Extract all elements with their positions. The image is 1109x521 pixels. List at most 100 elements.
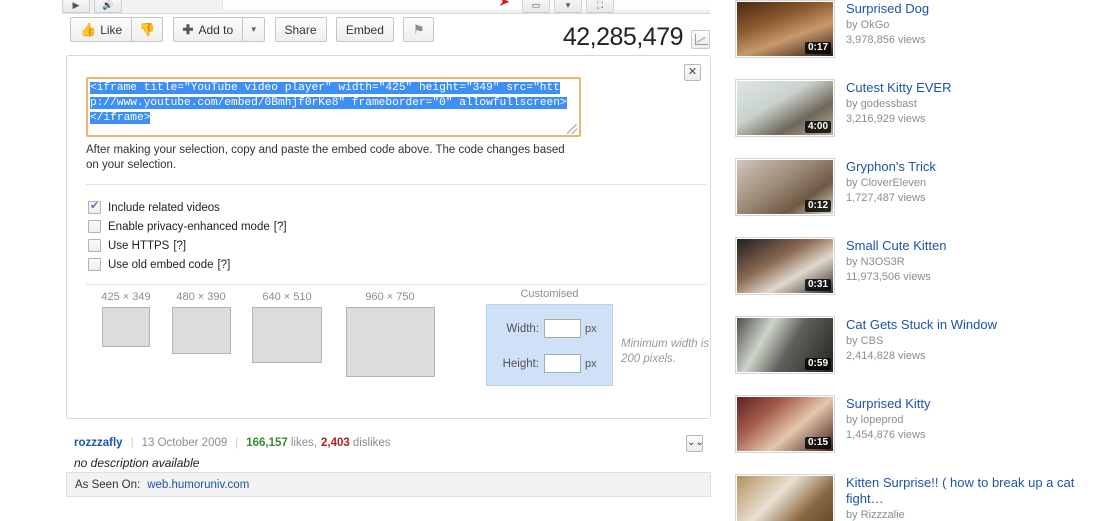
video-title[interactable]: Surprised Dog <box>846 1 929 17</box>
video-info: Cat Gets Stuck in Window by CBS 2,414,82… <box>846 316 997 374</box>
video-thumbnail[interactable]: 4:00 <box>735 79 835 137</box>
dislike-button[interactable]: 👎 <box>132 17 164 42</box>
size-option-640x510[interactable]: 640 × 510 <box>242 291 332 363</box>
related-video-item[interactable]: 0:15 Surprised Kitty by lopeprod 1,454,8… <box>735 395 1109 453</box>
captions-button[interactable]: ▭ <box>522 0 550 13</box>
uploader-link[interactable]: rozzzafly <box>74 437 123 449</box>
help-link-https[interactable]: [?] <box>173 240 186 252</box>
thumbnail-image <box>737 476 833 521</box>
related-video-item[interactable]: 0:31 Small Cute Kitten by N3OS3R 11,973,… <box>735 237 1109 295</box>
embed-code-textarea[interactable]: <iframe title="YouTube video player" wid… <box>86 77 581 137</box>
meta-separator-2: | <box>235 436 239 449</box>
size-preview-box <box>345 307 435 377</box>
thumbnail-image: 0:31 <box>737 239 833 293</box>
video-thumbnail[interactable]: 0:15 <box>735 395 835 453</box>
custom-height-unit: px <box>585 357 597 370</box>
video-title[interactable]: Cutest Kitty EVER <box>846 80 951 96</box>
page-root: ▶ 🔊 ➤ ▭ ▾ ⛶ 👍 Like 👎 ✚ Add to ▼ Share Em… <box>0 0 1109 521</box>
volume-button[interactable]: 🔊 <box>94 0 122 13</box>
video-title[interactable]: Small Cute Kitten <box>846 238 946 254</box>
related-video-item[interactable]: 4:00 Cutest Kitty EVER by godessbast 3,2… <box>735 79 1109 137</box>
flag-button[interactable]: ⚑ <box>403 17 435 42</box>
custom-height-row: Height: px <box>495 352 612 375</box>
size-label: 640 × 510 <box>262 291 312 303</box>
video-views: 11,973,506 views <box>846 271 931 283</box>
option-label: Use old embed code <box>108 258 214 271</box>
option-label: Include related videos <box>108 201 220 214</box>
seek-bar[interactable] <box>222 0 710 10</box>
flag-icon: ⚑ <box>412 21 425 37</box>
video-action-toolbar: 👍 Like 👎 ✚ Add to ▼ Share Embed ⚑ 42,285… <box>70 17 710 51</box>
video-info: Cutest Kitty EVER by godessbast 3,216,92… <box>846 79 951 137</box>
thumbnail-image: 0:17 <box>737 2 833 56</box>
size-option-425x349[interactable]: 425 × 349 <box>89 291 163 347</box>
textarea-resize-handle[interactable] <box>567 124 577 134</box>
fullscreen-button[interactable]: ⛶ <box>586 0 614 13</box>
custom-size-panel[interactable]: Width: px Height: px <box>486 304 613 386</box>
video-thumbnail[interactable] <box>735 474 835 521</box>
size-preview-box <box>171 307 231 354</box>
option-use-old-embed-code[interactable]: Use old embed code [?] <box>88 255 287 274</box>
thumbnail-image: 0:59 <box>737 318 833 372</box>
add-to-group: ✚ Add to ▼ <box>172 17 266 42</box>
thumb-up-icon: 👍 <box>80 21 97 37</box>
custom-width-unit: px <box>585 322 597 335</box>
video-title[interactable]: Kitten Surprise!! ( how to break up a ca… <box>846 475 1096 507</box>
custom-width-label: Width: <box>506 322 539 335</box>
help-link-old-embed[interactable]: [?] <box>217 259 230 271</box>
play-button[interactable]: ▶ <box>62 0 90 13</box>
video-info: Gryphon's Trick by CloverEleven 1,727,48… <box>846 158 936 216</box>
option-privacy-enhanced-mode[interactable]: Enable privacy-enhanced mode [?] <box>88 217 287 236</box>
divider-bottom <box>86 284 706 285</box>
add-to-button[interactable]: ✚ Add to <box>172 17 244 42</box>
video-views: 3,216,929 views <box>846 113 926 125</box>
video-title[interactable]: Gryphon's Trick <box>846 159 936 175</box>
video-author: by OkGo <box>846 19 890 31</box>
option-use-https[interactable]: Use HTTPS [?] <box>88 236 287 255</box>
related-videos-sidebar: 0:17 Surprised Dog by OkGo 3,978,856 vie… <box>735 0 1109 521</box>
related-video-item[interactable]: 0:12 Gryphon's Trick by CloverEleven 1,7… <box>735 158 1109 216</box>
related-video-item[interactable]: 0:17 Surprised Dog by OkGo 3,978,856 vie… <box>735 0 1109 58</box>
help-link-privacy[interactable]: [?] <box>274 221 287 233</box>
custom-size-caption: Customised <box>520 288 579 300</box>
video-author: by Rizzzalie <box>846 509 905 521</box>
video-title[interactable]: Cat Gets Stuck in Window <box>846 317 997 333</box>
size-label: 480 × 390 <box>176 291 226 303</box>
checkbox-include-related-videos[interactable] <box>88 199 101 214</box>
like-button-label: Like <box>100 22 123 37</box>
like-button[interactable]: 👍 Like <box>70 17 133 42</box>
video-author: by godessbast <box>846 98 917 110</box>
as-seen-on-label: As Seen On: <box>75 478 141 491</box>
settings-button[interactable]: ▾ <box>554 0 582 13</box>
checkbox-use-old-embed-code[interactable] <box>88 258 101 271</box>
size-preview-box <box>252 307 322 363</box>
video-thumbnail[interactable]: 0:59 <box>735 316 835 374</box>
video-thumbnail[interactable]: 0:31 <box>735 237 835 295</box>
custom-width-input[interactable] <box>544 319 581 338</box>
chevron-double-down-icon[interactable]: ⌄⌄ <box>686 435 704 452</box>
checkbox-privacy-enhanced-mode[interactable] <box>88 220 101 233</box>
video-author: by lopeprod <box>846 414 904 426</box>
checkbox-use-https[interactable] <box>88 239 101 252</box>
as-seen-on-link[interactable]: web.humoruniv.com <box>147 479 249 491</box>
add-to-dropdown-button[interactable]: ▼ <box>243 17 266 42</box>
size-option-960x750[interactable]: 960 × 750 <box>336 291 444 377</box>
custom-height-input[interactable] <box>544 354 581 373</box>
share-button[interactable]: Share <box>274 17 327 42</box>
video-title[interactable]: Surprised Kitty <box>846 396 931 412</box>
video-duration: 4:00 <box>804 121 831 133</box>
size-label: 425 × 349 <box>101 291 151 303</box>
embed-button[interactable]: Embed <box>335 17 394 42</box>
video-author: by CloverEleven <box>846 177 927 189</box>
close-icon[interactable]: ✕ <box>684 64 701 81</box>
upload-date: 13 October 2009 <box>141 436 228 449</box>
video-thumbnail[interactable]: 0:17 <box>735 0 835 58</box>
option-include-related-videos[interactable]: Include related videos <box>88 198 287 217</box>
like-count-label: likes, <box>290 436 318 449</box>
related-video-item[interactable]: 0:59 Cat Gets Stuck in Window by CBS 2,4… <box>735 316 1109 374</box>
statistics-chart-icon[interactable] <box>691 30 710 49</box>
related-video-item[interactable]: Kitten Surprise!! ( how to break up a ca… <box>735 474 1109 521</box>
video-thumbnail[interactable]: 0:12 <box>735 158 835 216</box>
size-option-480x390[interactable]: 480 × 390 <box>161 291 241 354</box>
video-author: by N3OS3R <box>846 256 905 268</box>
